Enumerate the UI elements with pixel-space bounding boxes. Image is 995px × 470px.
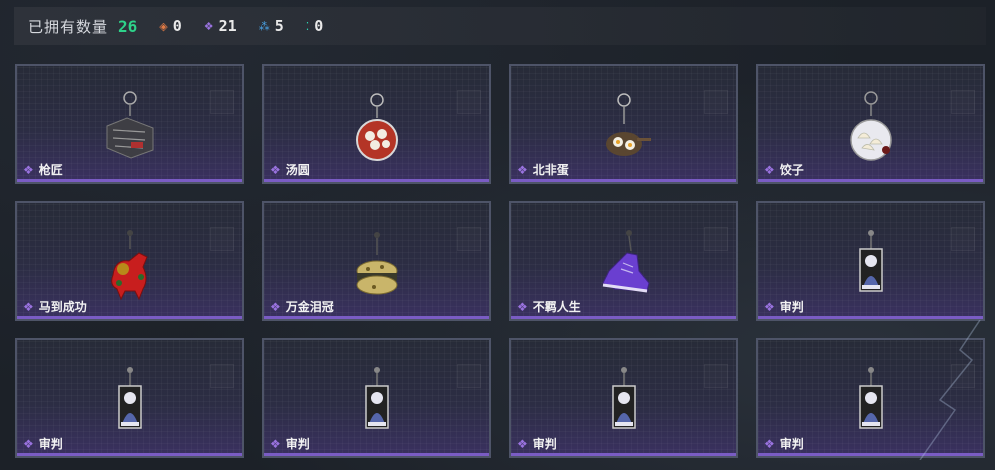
lightning-background-decoration	[919, 320, 981, 460]
judgment-card-charm-icon	[858, 230, 883, 292]
charm-card[interactable]: ❖ 枪匠	[15, 64, 244, 184]
rarity-count-purple: ❖ 21	[204, 17, 237, 35]
charm-name: 审判	[532, 437, 557, 451]
card-decoration	[457, 227, 481, 251]
charm-card[interactable]: ❖ 北非蛋	[509, 64, 738, 184]
owned-count-label: 已拥有数量	[28, 18, 109, 36]
charm-name: 万金泪冠	[285, 300, 334, 314]
charm-label: ❖ 审判	[764, 298, 804, 315]
charm-label: ❖ 审判	[23, 435, 63, 452]
card-decoration	[210, 90, 234, 114]
charm-label: ❖ 枪匠	[23, 161, 63, 178]
card-decoration	[210, 227, 234, 251]
orange-diamond-icon: ◈	[159, 20, 168, 33]
charm-label: ❖ 审判	[764, 435, 804, 452]
purple-diamond-icon: ❖	[23, 162, 34, 177]
rarity-count-value: 21	[218, 17, 237, 35]
rarity-count-value: 0	[314, 17, 324, 35]
dumpling-charm-icon	[849, 91, 892, 161]
rarity-count-value: 5	[274, 17, 284, 35]
charm-name: 审判	[779, 437, 804, 451]
charm-name: 汤圆	[285, 163, 310, 177]
purple-diamond-icon: ❖	[270, 299, 281, 314]
tangyuan-charm-icon	[355, 93, 398, 161]
charm-card[interactable]: ❖ 不羁人生	[509, 201, 738, 321]
card-decoration	[704, 364, 728, 388]
charm-name: 不羁人生	[532, 300, 581, 314]
judgment-card-charm-icon	[117, 367, 142, 429]
sneaker-charm-icon	[601, 230, 650, 293]
charm-card[interactable]: ❖ 万金泪冠	[262, 201, 491, 321]
charm-name: 北非蛋	[532, 163, 569, 177]
charm-card[interactable]: ❖ 汤圆	[262, 64, 491, 184]
charm-label: ❖ 万金泪冠	[270, 298, 334, 315]
purple-diamond-icon: ❖	[764, 162, 775, 177]
charm-label: ❖ 饺子	[764, 161, 804, 178]
purple-diamond-icon: ❖	[764, 299, 775, 314]
purple-diamond-icon: ❖	[517, 162, 528, 177]
owned-count-value: 26	[118, 16, 138, 36]
purple-diamond-icon: ❖	[23, 299, 34, 314]
card-decoration	[951, 90, 975, 114]
charm-card[interactable]: ❖ 审判	[509, 338, 738, 458]
charm-card[interactable]: ❖ 审判	[15, 338, 244, 458]
card-decoration	[457, 90, 481, 114]
purple-diamond-icon: ❖	[764, 436, 775, 451]
charm-grid: ❖ 枪匠 ❖ 汤圆 ❖ 北非蛋 ❖ 饺子 ❖ 马到成功 ❖ 万金泪冠 ❖ 不羁人…	[15, 64, 985, 458]
charm-name: 审判	[285, 437, 310, 451]
charm-card[interactable]: ❖ 审判	[262, 338, 491, 458]
charm-name: 枪匠	[38, 163, 63, 177]
shakshuka-charm-icon	[605, 93, 651, 156]
purple-diamond-icon: ❖	[23, 436, 34, 451]
judgment-card-charm-icon	[858, 367, 883, 429]
card-decoration	[704, 90, 728, 114]
gun-charm-icon	[106, 91, 153, 159]
card-decoration	[704, 227, 728, 251]
rarity-count-blue: ⁂ 5	[259, 17, 284, 35]
rarity-count-value: 0	[172, 17, 182, 35]
card-decoration	[457, 364, 481, 388]
charm-label: ❖ 不羁人生	[517, 298, 581, 315]
charm-name: 饺子	[779, 163, 804, 177]
rarity-count-green: ⁚ 0	[306, 17, 324, 35]
horse-charm-icon	[110, 230, 148, 301]
judgment-card-charm-icon	[364, 367, 389, 429]
charm-label: ❖ 马到成功	[23, 298, 87, 315]
charm-label: ❖ 北非蛋	[517, 161, 569, 178]
purple-diamond-icon: ❖	[517, 299, 528, 314]
charm-name: 马到成功	[38, 300, 87, 314]
purple-diamond-icon: ❖	[203, 20, 214, 33]
gold-crown-charm-icon	[356, 232, 397, 295]
charm-name: 审判	[38, 437, 63, 451]
purple-diamond-icon: ❖	[270, 436, 281, 451]
charm-label: ❖ 审判	[270, 435, 310, 452]
charm-name: 审判	[779, 300, 804, 314]
card-decoration	[210, 364, 234, 388]
rarity-count-orange: ◈ 0	[159, 17, 182, 35]
purple-diamond-icon: ❖	[517, 436, 528, 451]
charm-card[interactable]: ❖ 马到成功	[15, 201, 244, 321]
charm-card[interactable]: ❖ 审判	[756, 201, 985, 321]
inventory-summary-bar: 已拥有数量 26 ◈ 0 ❖ 21 ⁂ 5 ⁚ 0	[14, 7, 986, 45]
charm-label: ❖ 审判	[517, 435, 557, 452]
card-decoration	[951, 227, 975, 251]
charm-label: ❖ 汤圆	[270, 161, 310, 178]
blue-diamond-icon: ⁂	[258, 20, 270, 33]
purple-diamond-icon: ❖	[270, 162, 281, 177]
green-dots-icon: ⁚	[305, 20, 310, 33]
judgment-card-charm-icon	[611, 367, 636, 429]
charm-card[interactable]: ❖ 饺子	[756, 64, 985, 184]
